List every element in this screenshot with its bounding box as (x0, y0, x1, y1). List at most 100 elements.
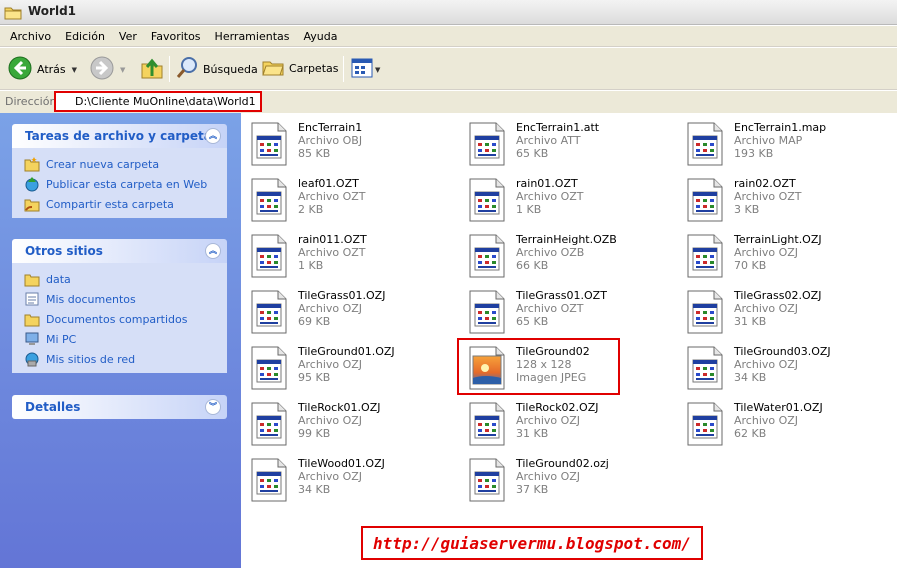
folder-icon (24, 314, 40, 327)
menu-edicion[interactable]: Edición (58, 30, 112, 43)
menu-ver[interactable]: Ver (112, 30, 144, 43)
file-item[interactable]: rain011.OZT Archivo OZT 1 KB (241, 231, 441, 283)
new-folder-icon (24, 157, 40, 172)
other-places-panel: Otros sitios ︽ data Mis documentos Docum… (12, 239, 227, 373)
place-data[interactable]: data (24, 269, 227, 289)
toolbar-separator (343, 56, 344, 82)
file-type: Archivo OZB (516, 246, 585, 259)
toolbar: Atrás ▼ ▼ Búsqueda Carpetas ▼ (0, 48, 897, 90)
folders-button[interactable]: Carpetas (262, 56, 338, 81)
file-type: Archivo OZJ (298, 302, 363, 315)
file-item[interactable]: TerrainLight.OZJ Archivo OZJ 70 KB (677, 231, 877, 283)
views-dropdown-icon[interactable]: ▼ (375, 66, 380, 74)
file-type: Archivo OZT (516, 190, 584, 203)
task-publish-web[interactable]: Publicar esta carpeta en Web (24, 174, 227, 194)
file-size: 1 KB (516, 203, 542, 216)
place-label: Mi PC (46, 332, 77, 346)
file-item[interactable]: TileGrass01.OZJ Archivo OZJ 69 KB (241, 287, 441, 339)
file-item[interactable]: TileRock02.OZJ Archivo OZJ 31 KB (459, 399, 659, 451)
generic-file-icon (251, 458, 287, 505)
forward-dropdown-icon[interactable]: ▼ (120, 66, 125, 74)
file-item[interactable]: leaf01.OZT Archivo OZT 2 KB (241, 175, 441, 227)
file-type: Archivo OZJ (734, 302, 799, 315)
expand-chevron-icon[interactable]: ︾ (205, 399, 221, 415)
file-item[interactable]: rain02.OZT Archivo OZT 3 KB (677, 175, 877, 227)
folder-icon (24, 274, 40, 287)
file-item[interactable]: EncTerrain1.map Archivo MAP 193 KB (677, 119, 877, 171)
task-label: Publicar esta carpeta en Web (46, 177, 208, 191)
generic-file-icon (687, 122, 723, 169)
back-button[interactable]: Atrás ▼ (8, 56, 77, 83)
file-size: 95 KB (298, 371, 331, 384)
selection-highlight (457, 338, 620, 395)
collapse-chevron-icon[interactable]: ︽ (205, 243, 221, 259)
file-item[interactable]: TileRock01.OZJ Archivo OZJ 99 KB (241, 399, 441, 451)
file-item[interactable]: rain01.OZT Archivo OZT 1 KB (459, 175, 659, 227)
folder-icon (4, 5, 22, 23)
generic-file-icon (687, 290, 723, 337)
generic-file-icon (251, 234, 287, 281)
file-item[interactable]: TileGround01.OZJ Archivo OZJ 95 KB (241, 343, 441, 395)
file-size: 70 KB (734, 259, 767, 272)
file-type: Archivo OZJ (298, 358, 363, 371)
generic-file-icon (251, 122, 287, 169)
up-folder-icon (140, 56, 164, 83)
place-network[interactable]: Mis sitios de red (24, 349, 227, 369)
url-watermark: http://guiaservermu.blogspot.com/ (361, 526, 703, 560)
file-item[interactable]: EncTerrain1 Archivo OBJ 85 KB (241, 119, 441, 171)
file-tasks-header[interactable]: Tareas de archivo y carpeta ︽ (12, 124, 227, 148)
generic-file-icon (469, 458, 505, 505)
search-icon (176, 56, 198, 83)
search-button[interactable]: Búsqueda (176, 56, 258, 83)
file-size: 66 KB (516, 259, 549, 272)
address-input[interactable]: D:\Cliente MuOnline\data\World1 (54, 91, 262, 112)
menu-ayuda[interactable]: Ayuda (296, 30, 344, 43)
collapse-chevron-icon[interactable]: ︽ (205, 128, 221, 144)
file-item[interactable]: TileGrass02.OZJ Archivo OZJ 31 KB (677, 287, 877, 339)
place-my-pc[interactable]: Mi PC (24, 329, 227, 349)
file-type: Archivo OZJ (298, 470, 363, 483)
file-item[interactable]: TileGround03.OZJ Archivo OZJ 34 KB (677, 343, 877, 395)
file-type: Archivo OBJ (298, 134, 363, 147)
generic-file-icon (687, 402, 723, 449)
file-type: Archivo OZJ (516, 414, 581, 427)
menu-herramientas[interactable]: Herramientas (208, 30, 297, 43)
other-places-header[interactable]: Otros sitios ︽ (12, 239, 227, 263)
file-item[interactable]: TileWood01.OZJ Archivo OZJ 34 KB (241, 455, 441, 507)
up-folder-button[interactable] (140, 56, 164, 83)
file-name: leaf01.OZT (298, 177, 359, 190)
file-type: Archivo MAP (734, 134, 803, 147)
generic-file-icon (251, 178, 287, 225)
file-item[interactable]: TerrainHeight.OZB Archivo OZB 66 KB (459, 231, 659, 283)
file-item[interactable]: EncTerrain1.att Archivo ATT 65 KB (459, 119, 659, 171)
file-name: EncTerrain1.att (516, 121, 600, 134)
forward-button[interactable]: ▼ (90, 56, 125, 83)
file-name: rain01.OZT (516, 177, 578, 190)
back-dropdown-icon[interactable]: ▼ (72, 66, 77, 74)
place-my-documents[interactable]: Mis documentos (24, 289, 227, 309)
menu-archivo[interactable]: Archivo (3, 30, 58, 43)
file-name: TerrainLight.OZJ (734, 233, 822, 246)
views-button[interactable]: ▼ (351, 58, 380, 81)
publish-web-icon (25, 177, 39, 192)
file-name: TerrainHeight.OZB (516, 233, 617, 246)
place-shared-documents[interactable]: Documentos compartidos (24, 309, 227, 329)
task-new-folder[interactable]: Crear nueva carpeta (24, 154, 227, 174)
window-title: World1 (28, 4, 77, 18)
file-tasks-body: Crear nueva carpeta Publicar esta carpet… (12, 148, 227, 218)
details-title: Detalles (25, 400, 81, 414)
file-item[interactable]: TileGrass01.OZT Archivo OZT 65 KB (459, 287, 659, 339)
share-folder-icon (24, 199, 40, 212)
generic-file-icon (469, 402, 505, 449)
file-size: 1 KB (298, 259, 324, 272)
file-size: 37 KB (516, 483, 549, 496)
task-share-folder[interactable]: Compartir esta carpeta (24, 194, 227, 214)
file-item[interactable]: TileWater01.OZJ Archivo OZJ 62 KB (677, 399, 877, 451)
menu-favoritos[interactable]: Favoritos (144, 30, 208, 43)
file-size: 65 KB (516, 147, 549, 160)
place-label: Mis sitios de red (46, 352, 136, 366)
file-item[interactable]: TileGround02.ozj Archivo OZJ 37 KB (459, 455, 659, 507)
title-bar: World1 (0, 0, 897, 25)
back-arrow-icon (8, 56, 32, 83)
details-header[interactable]: Detalles ︾ (12, 395, 227, 419)
